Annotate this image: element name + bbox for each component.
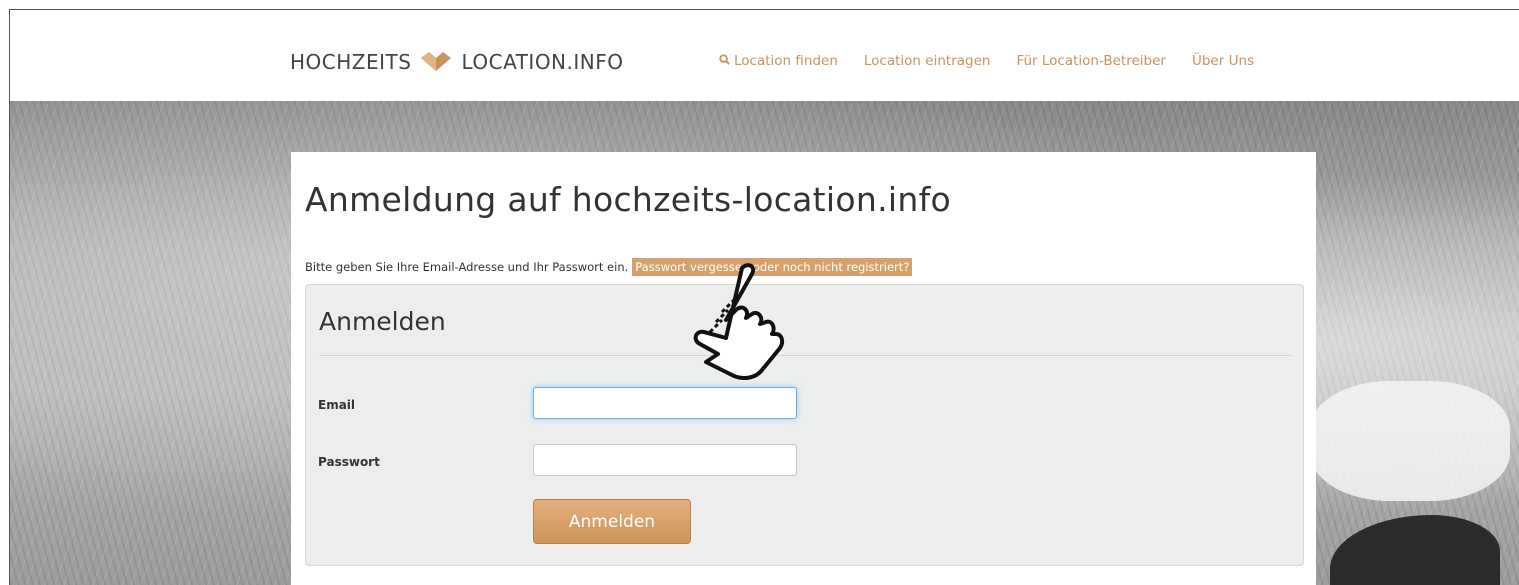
nav-location-betreiber[interactable]: Für Location-Betreiber — [1016, 53, 1166, 69]
logo-text-right: LOCATION.INFO — [461, 50, 624, 74]
form-heading: Anmelden — [319, 307, 446, 336]
nav-ueber-uns[interactable]: Über Uns — [1192, 53, 1254, 69]
divider — [319, 355, 1291, 356]
login-form: Anmelden Email Passwort Anmelden — [305, 284, 1304, 566]
nav-location-eintragen[interactable]: Location eintragen — [864, 53, 991, 69]
login-panel: Anmeldung auf hochzeits-location.info Bi… — [291, 152, 1316, 585]
site-header: HOCHZEITS LOCATION.INFO Location finden … — [10, 10, 1519, 101]
main-nav: Location finden Location eintragen Für L… — [719, 53, 1254, 69]
nav-location-finden[interactable]: Location finden — [719, 53, 838, 69]
password-field[interactable] — [533, 444, 797, 476]
intro-line: Bitte geben Sie Ihre Email-Adresse und I… — [305, 258, 913, 276]
intro-text: Bitte geben Sie Ihre Email-Adresse und I… — [305, 260, 629, 274]
heart-diamond-icon — [421, 52, 452, 71]
hand-pointer-icon — [693, 263, 785, 380]
email-label: Email — [318, 398, 356, 412]
email-field[interactable] — [533, 387, 797, 419]
login-button[interactable]: Anmelden — [533, 499, 691, 544]
page-title: Anmeldung auf hochzeits-location.info — [305, 180, 951, 219]
search-icon — [719, 54, 730, 65]
logo-text-left: HOCHZEITS — [290, 50, 412, 74]
nav-label: Location finden — [734, 53, 838, 69]
site-logo[interactable]: HOCHZEITS LOCATION.INFO — [290, 50, 623, 74]
password-label: Passwort — [318, 455, 380, 469]
